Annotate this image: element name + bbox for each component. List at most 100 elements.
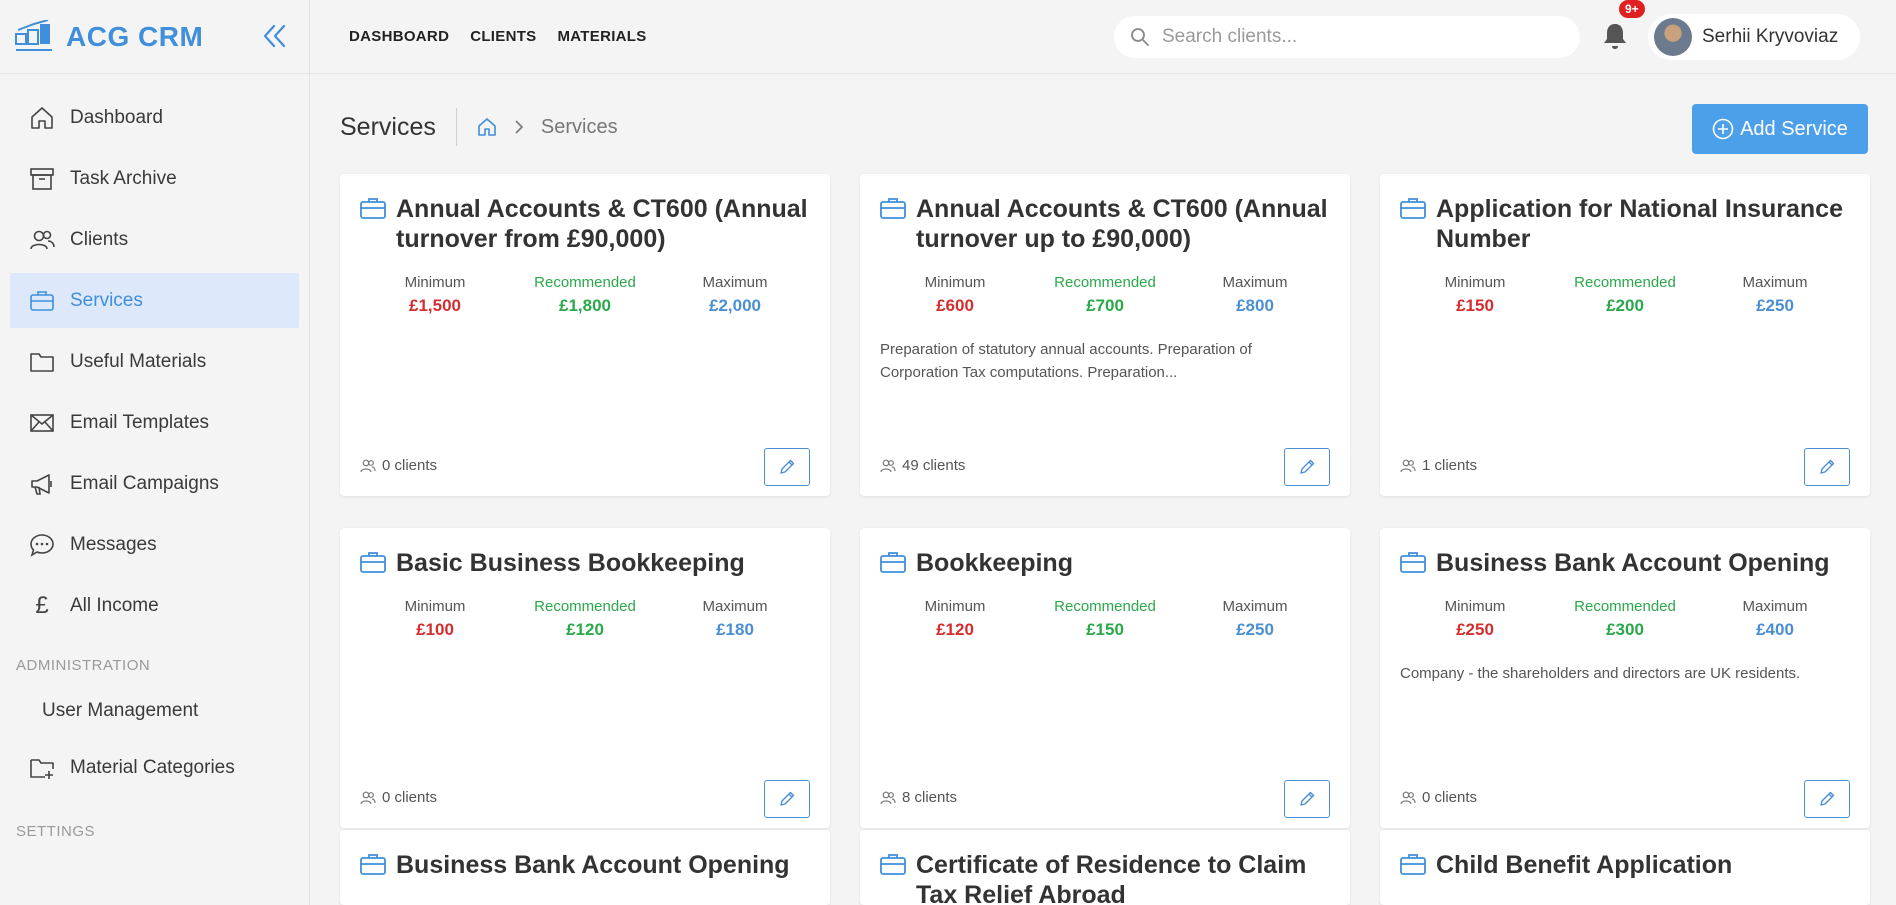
edit-button[interactable]: [1804, 448, 1850, 486]
edit-button[interactable]: [1284, 448, 1330, 486]
briefcase-icon: [880, 854, 906, 875]
chevron-right-icon: [515, 120, 524, 134]
service-card: Bookkeeping Minimum £120 Recommended £150 …: [860, 528, 1350, 828]
top-nav-dashboard[interactable]: DASHBOARD: [349, 28, 449, 45]
logo-icon: [15, 19, 52, 51]
collapse-sidebar-icon[interactable]: [260, 22, 288, 50]
service-title: Certificate of Residence to Claim Tax Re…: [916, 851, 1307, 905]
sidebar-item-label: Task Archive: [70, 167, 177, 189]
service-card: Annual Accounts & CT600 (Annual turnover…: [860, 174, 1350, 496]
plus-circle-icon: [1712, 118, 1734, 140]
sidebar-item-user-management[interactable]: User Management: [0, 686, 309, 736]
sidebar-item-useful-materials[interactable]: Useful Materials: [10, 334, 299, 389]
sidebar-item-task-archive[interactable]: Task Archive: [10, 151, 299, 206]
min-label: Minimum: [1444, 598, 1506, 615]
recommended-label: Recommended: [1054, 274, 1156, 291]
client-count-text: 49 clients: [902, 457, 966, 474]
edit-button[interactable]: [1804, 780, 1850, 818]
archive-icon: [28, 165, 56, 193]
service-title: Bookkeeping: [916, 549, 1073, 577]
page-header: Services Services: [340, 108, 618, 146]
home-icon: [28, 104, 56, 132]
logo-row: ACG CRM: [0, 0, 309, 74]
service-card: Application for National Insurance Numbe…: [1380, 174, 1870, 496]
briefcase-icon: [880, 552, 906, 573]
min-price: £250: [1456, 620, 1494, 639]
client-count-text: 0 clients: [1422, 789, 1478, 806]
max-price: £800: [1236, 296, 1274, 315]
recommended-label: Recommended: [1574, 598, 1676, 615]
notification-badge: 9+: [1619, 0, 1645, 18]
service-description: Company - the shareholders and directors…: [1400, 665, 1801, 682]
page-title: Services: [340, 112, 436, 141]
briefcase-icon: [1400, 854, 1426, 875]
chat-icon: [28, 531, 56, 559]
megaphone-icon: [28, 470, 56, 498]
min-label: Minimum: [924, 274, 986, 291]
top-nav-materials[interactable]: MATERIALS: [557, 28, 646, 45]
user-menu[interactable]: Serhii Kryvoviaz: [1648, 14, 1860, 60]
recommended-label: Recommended: [534, 274, 636, 291]
sidebar-item-services[interactable]: Services: [10, 273, 299, 328]
sidebar-item-email-templates[interactable]: Email Templates: [10, 395, 299, 450]
app-name: ACG CRM: [66, 20, 204, 52]
briefcase-icon: [1400, 198, 1426, 219]
top-nav: DASHBOARD CLIENTS MATERIALS: [349, 28, 647, 45]
sidebar-item-label: All Income: [70, 594, 159, 616]
recommended-price: £700: [1086, 296, 1124, 315]
min-price: £1,500: [409, 296, 461, 315]
sidebar-item-all-income[interactable]: £ All Income: [10, 578, 299, 633]
sidebar-item-messages[interactable]: Messages: [10, 517, 299, 572]
folder-plus-icon: [28, 754, 56, 782]
max-price: £400: [1756, 620, 1794, 639]
price-row: Minimum £150 Recommended £200 Maximum £250: [1380, 274, 1870, 316]
sidebar-item-label: Email Templates: [70, 411, 210, 433]
min-label: Minimum: [404, 598, 466, 615]
search-box: [1114, 16, 1580, 58]
client-count-text: 0 clients: [382, 457, 438, 474]
min-label: Minimum: [404, 274, 466, 291]
max-label: Maximum: [1222, 598, 1288, 615]
edit-button[interactable]: [1284, 780, 1330, 818]
users-icon: [1400, 459, 1416, 472]
max-label: Maximum: [1222, 274, 1288, 291]
pound-icon: £: [35, 591, 49, 619]
bell-icon[interactable]: [1600, 20, 1630, 52]
sidebar-nav: Dashboard Task Archive Clients Services …: [0, 74, 309, 633]
service-card: Basic Business Bookkeeping Minimum £100 R…: [340, 528, 830, 828]
client-count-text: 8 clients: [902, 789, 958, 806]
edit-button[interactable]: [764, 780, 810, 818]
service-title: Application for National Insurance Numbe…: [1436, 195, 1843, 253]
search-input[interactable]: [1162, 26, 1562, 48]
users-icon: [360, 459, 376, 472]
sidebar-item-material-categories[interactable]: Material Categories: [10, 740, 299, 795]
sidebar-item-label: Material Categories: [70, 756, 235, 778]
pencil-icon: [1300, 791, 1315, 806]
top-nav-clients[interactable]: CLIENTS: [470, 28, 536, 45]
section-label-administration: ADMINISTRATION: [16, 657, 151, 674]
client-count-text: 1 clients: [1422, 457, 1478, 474]
edit-button[interactable]: [764, 448, 810, 486]
sidebar-item-label: Services: [70, 289, 143, 311]
users-icon: [880, 459, 896, 472]
sidebar-item-email-campaigns[interactable]: Email Campaigns: [10, 456, 299, 511]
divider: [455, 108, 457, 146]
service-card: Child Benefit Application: [1380, 830, 1870, 905]
service-title: Basic Business Bookkeeping: [396, 549, 745, 577]
sidebar: ACG CRM Dashboard Task Archive Clients S…: [0, 0, 310, 905]
client-count: 8 clients: [880, 789, 957, 806]
service-title: Annual Accounts & CT600 (Annual turnover…: [396, 195, 808, 253]
max-label: Maximum: [702, 598, 768, 615]
pencil-icon: [1820, 459, 1835, 474]
min-price: £600: [936, 296, 974, 315]
sidebar-item-dashboard[interactable]: Dashboard: [10, 90, 299, 145]
sidebar-item-clients[interactable]: Clients: [10, 212, 299, 267]
service-title: Annual Accounts & CT600 (Annual turnover…: [916, 195, 1328, 253]
breadcrumb-home-icon[interactable]: [477, 117, 497, 137]
briefcase-icon: [360, 552, 386, 573]
service-card: Certificate of Residence to Claim Tax Re…: [860, 830, 1350, 905]
service-title: Child Benefit Application: [1436, 851, 1733, 879]
max-price: £250: [1236, 620, 1274, 639]
client-count: 0 clients: [360, 457, 437, 474]
add-service-button[interactable]: Add Service: [1692, 104, 1868, 154]
